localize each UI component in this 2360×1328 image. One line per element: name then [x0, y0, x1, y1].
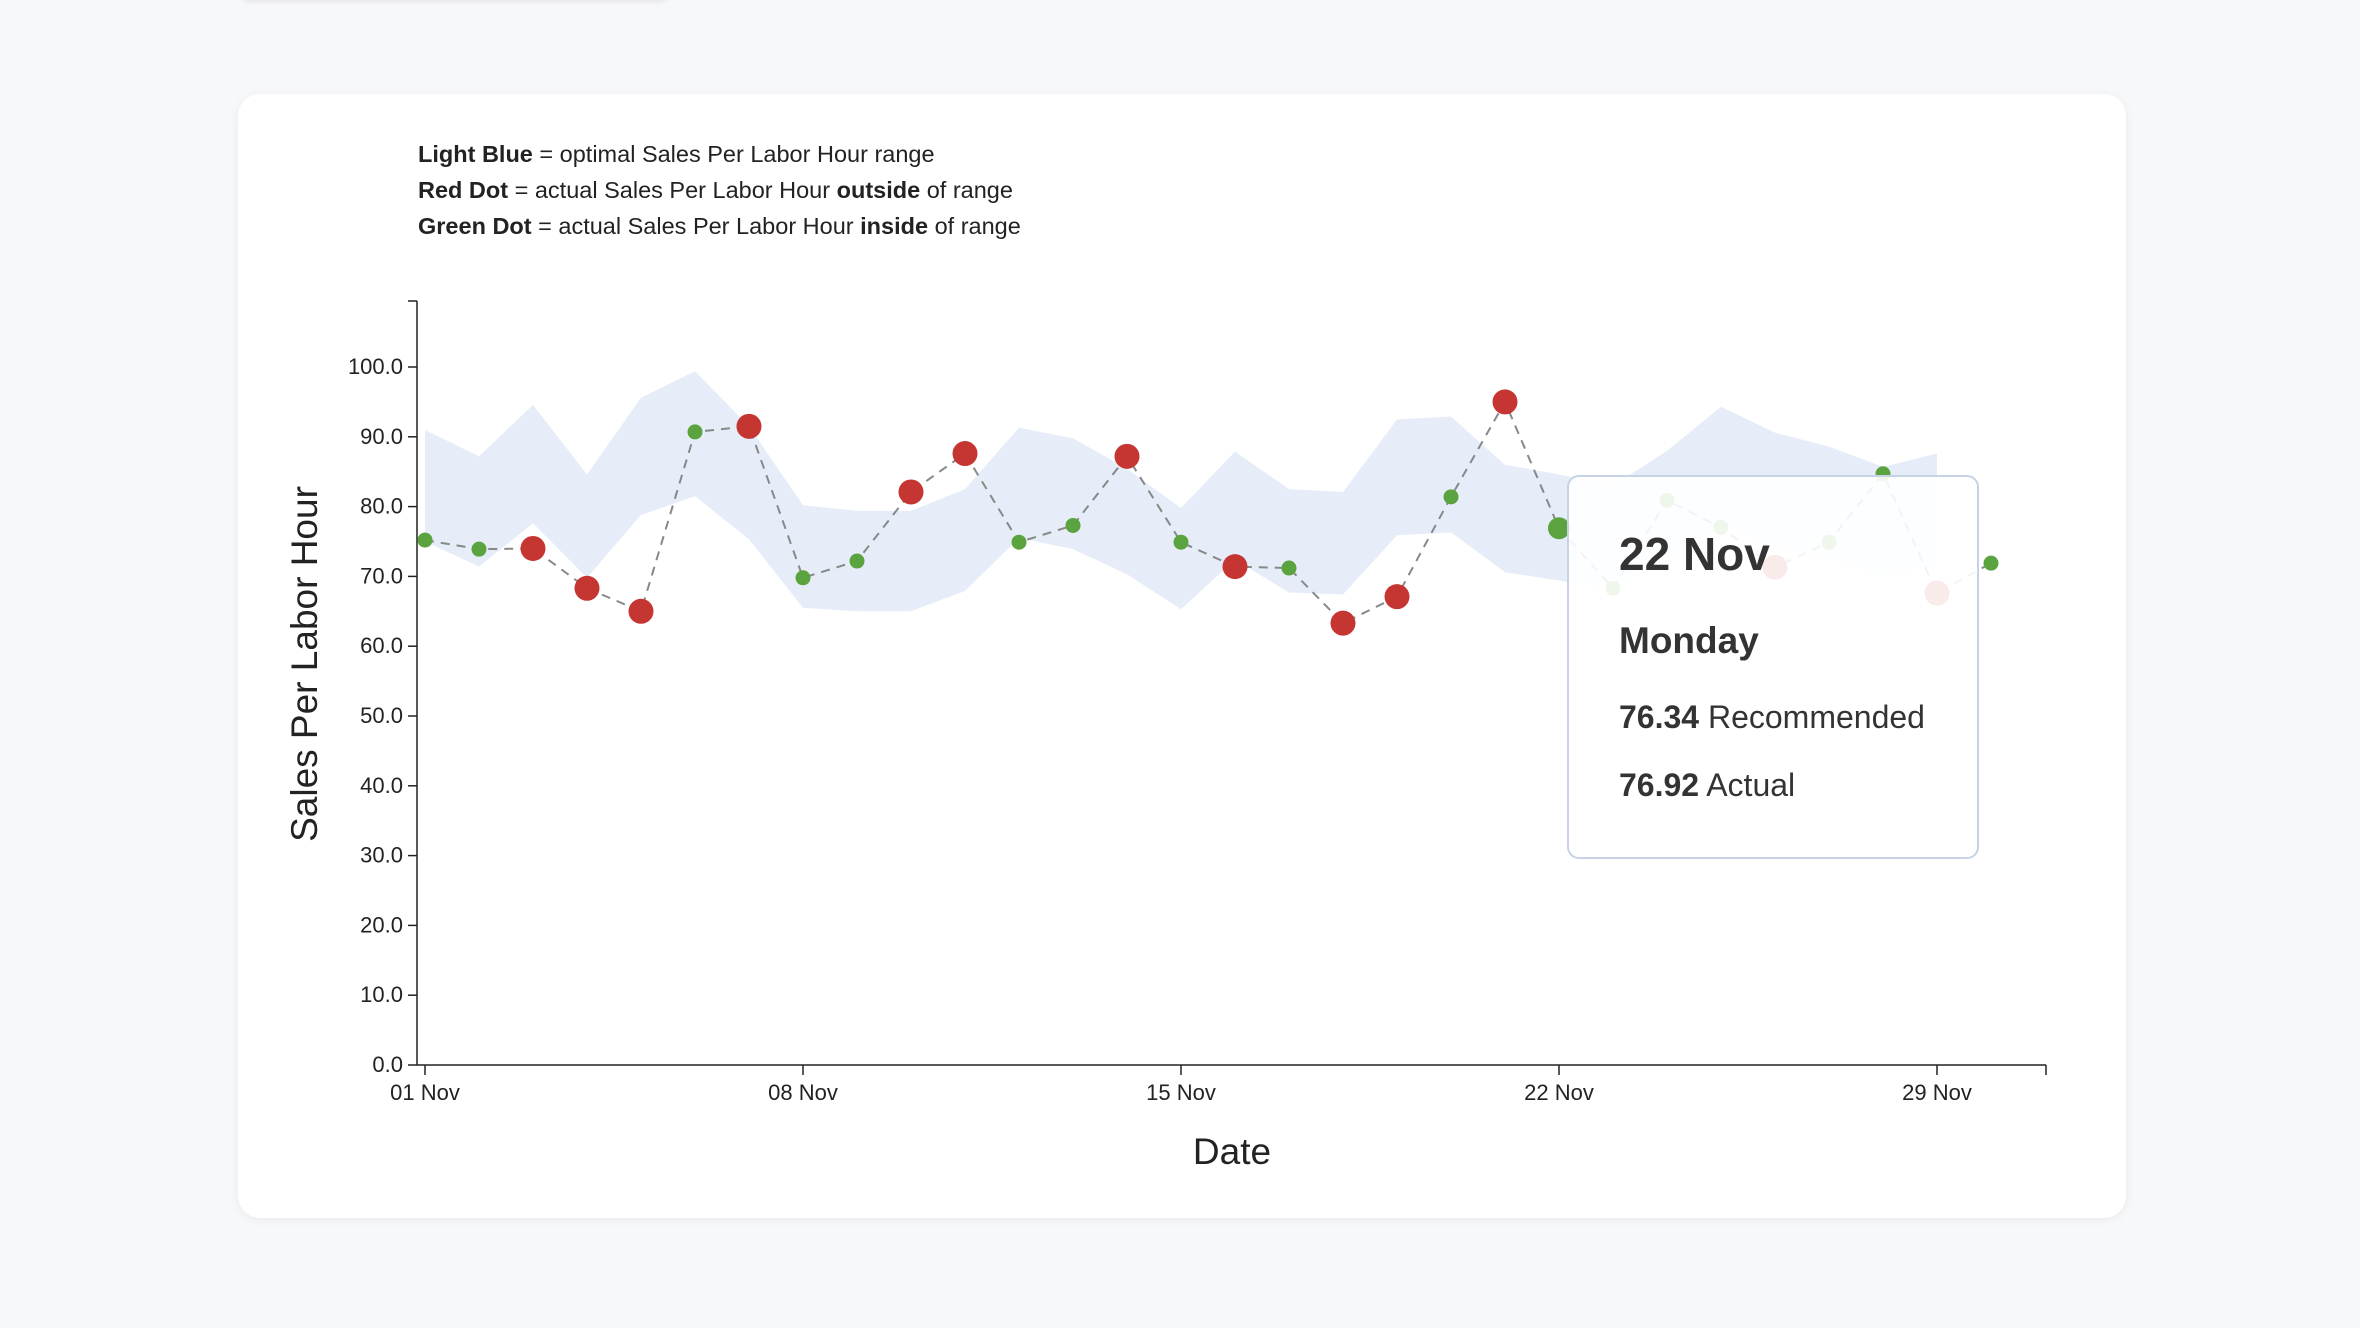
- actual-point-in-range[interactable]: [1173, 534, 1189, 550]
- actual-point-in-range[interactable]: [849, 553, 865, 569]
- spl-chart: 0.0 10.0 20.0 30.0 40.0 50.0 60.0 70.0 80.0 90.0 1…: [284, 300, 2047, 1172]
- actual-point-out-of-range[interactable]: [520, 535, 546, 561]
- y-tick-label: 80.0: [360, 494, 403, 519]
- tooltip-recommended: 76.34 Recommended: [1619, 699, 1925, 736]
- x-axis-title: Date: [1193, 1131, 1271, 1172]
- actual-point-out-of-range[interactable]: [736, 413, 762, 439]
- y-tick-label: 100.0: [348, 354, 403, 379]
- actual-point-in-range[interactable]: [1983, 555, 1999, 571]
- y-tick-label: 70.0: [360, 563, 403, 588]
- tooltip-actual: 76.92 Actual: [1619, 767, 1795, 804]
- actual-point-in-range[interactable]: [1011, 534, 1027, 550]
- actual-point-in-range[interactable]: [795, 570, 811, 586]
- actual-point-in-range[interactable]: [687, 424, 703, 440]
- y-axis-title: Sales Per Labor Hour: [284, 486, 325, 842]
- actual-point-out-of-range[interactable]: [574, 575, 600, 601]
- actual-point-in-range[interactable]: [417, 532, 433, 548]
- y-tick-label: 30.0: [360, 843, 403, 868]
- hover-tooltip: 22 Nov Monday 76.34 Recommended 76.92 Ac…: [1567, 475, 1979, 859]
- y-tick-label: 40.0: [360, 773, 403, 798]
- actual-point-out-of-range[interactable]: [952, 441, 978, 467]
- tooltip-day: Monday: [1619, 620, 1759, 661]
- x-tick-label: 15 Nov: [1146, 1080, 1216, 1105]
- actual-point-in-range[interactable]: [471, 541, 487, 557]
- x-tick-label: 01 Nov: [390, 1080, 460, 1105]
- actual-point-out-of-range[interactable]: [1384, 584, 1410, 610]
- tooltip-date: 22 Nov: [1619, 528, 1770, 580]
- tooltip-actual-value: 76.92: [1619, 767, 1700, 803]
- x-tick-label: 08 Nov: [768, 1080, 838, 1105]
- tooltip-recommended-label: Recommended: [1707, 699, 1925, 735]
- y-tick-label: 50.0: [360, 703, 403, 728]
- x-tick-label: 22 Nov: [1524, 1080, 1594, 1105]
- tooltip-recommended-value: 76.34: [1619, 699, 1700, 735]
- x-tick-label: 29 Nov: [1902, 1080, 1972, 1105]
- actual-point-out-of-range[interactable]: [1330, 610, 1356, 636]
- actual-point-in-range[interactable]: [1065, 517, 1081, 533]
- y-tick-label: 60.0: [360, 633, 403, 658]
- tooltip-actual-label: Actual: [1706, 767, 1796, 803]
- actual-point-out-of-range[interactable]: [1492, 389, 1518, 415]
- actual-point-in-range[interactable]: [1281, 560, 1297, 576]
- y-tick-label: 0.0: [372, 1052, 403, 1077]
- y-tick-label: 20.0: [360, 912, 403, 937]
- y-tick-label: 90.0: [360, 424, 403, 449]
- actual-point-out-of-range[interactable]: [1222, 554, 1248, 580]
- actual-point-out-of-range[interactable]: [628, 598, 654, 624]
- actual-point-out-of-range[interactable]: [898, 479, 924, 505]
- y-tick-label: 10.0: [360, 982, 403, 1007]
- actual-point-in-range[interactable]: [1443, 489, 1459, 505]
- actual-point-out-of-range[interactable]: [1114, 443, 1140, 469]
